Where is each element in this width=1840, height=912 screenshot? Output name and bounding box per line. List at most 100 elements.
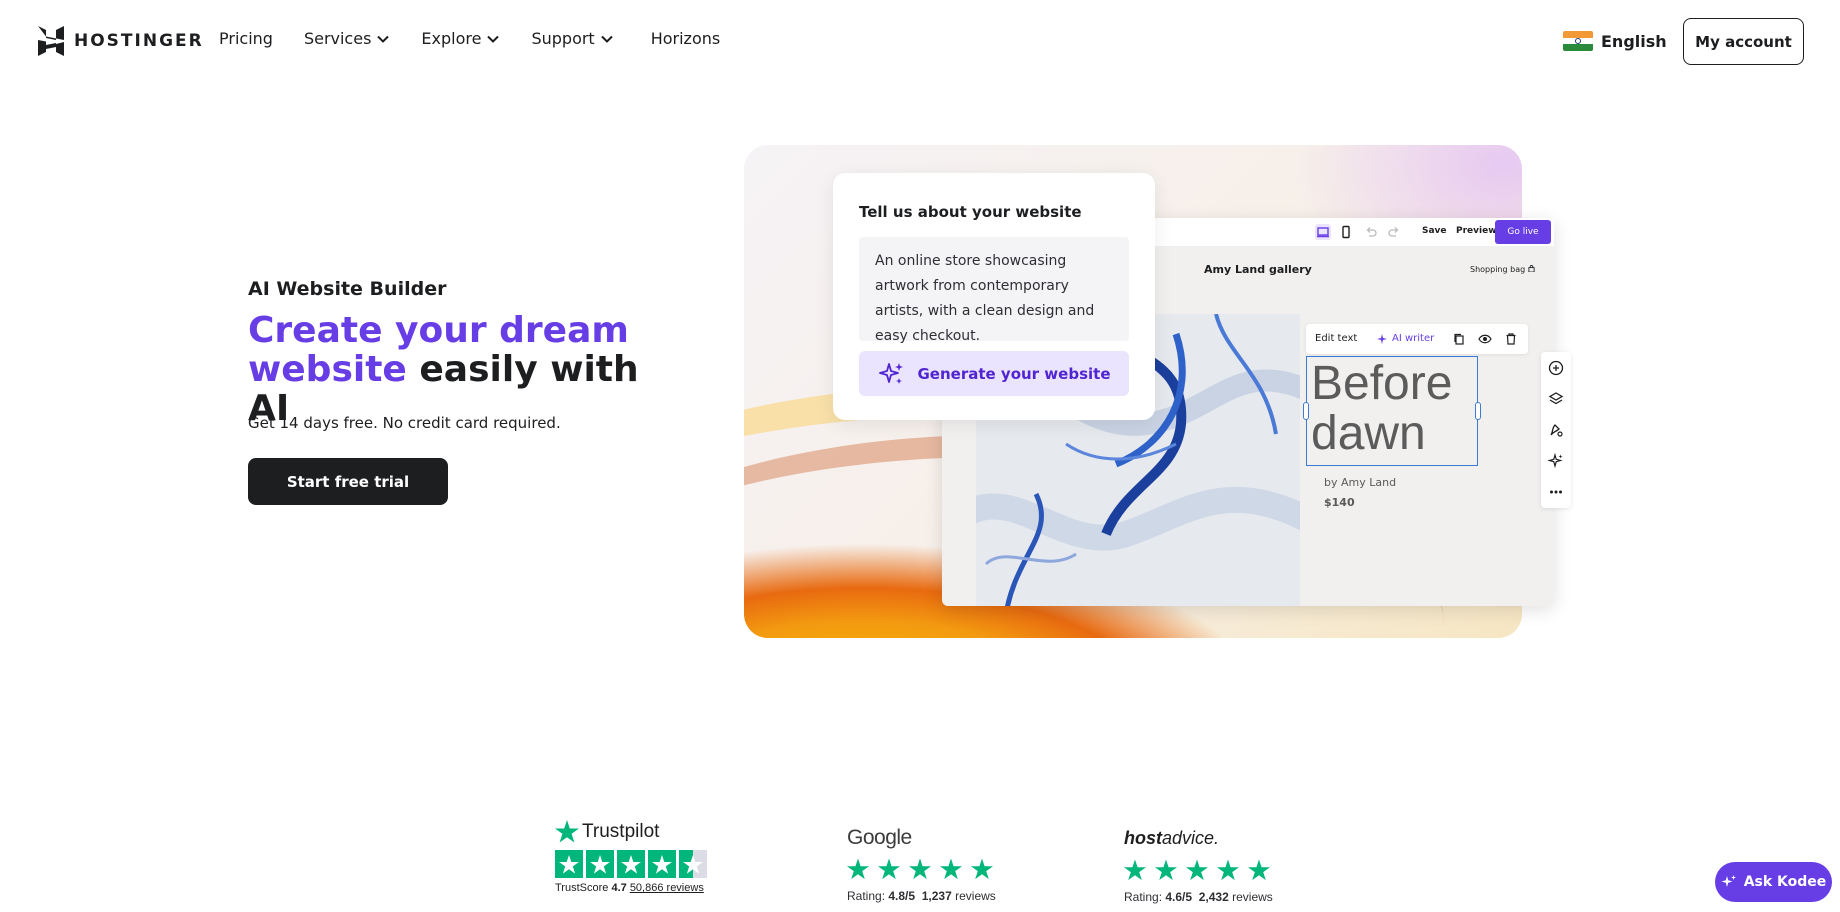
hostinger-logo[interactable]: HOSTINGER xyxy=(38,26,204,56)
trash-icon xyxy=(1506,333,1516,345)
prompt-card: Tell us about your website An online sto… xyxy=(833,173,1155,420)
shopping-bag-label: Shopping bag xyxy=(1470,265,1526,274)
resize-handle-left xyxy=(1303,402,1309,420)
add-icon xyxy=(1548,360,1564,376)
nav-services[interactable]: Services xyxy=(303,29,390,48)
sparkle-icon xyxy=(1377,334,1387,344)
heading-text: Before dawn xyxy=(1311,359,1452,459)
editor-side-tools xyxy=(1541,352,1571,508)
trustpilot-logo: Trustpilot xyxy=(555,820,707,843)
prompt-description: An online store showcasing artwork from … xyxy=(859,237,1129,344)
ask-kodee-label: Ask Kodee xyxy=(1743,874,1827,890)
star-icon xyxy=(555,850,583,878)
language-label: English xyxy=(1601,31,1667,51)
ask-kodee-button[interactable]: Ask Kodee xyxy=(1715,862,1832,902)
main-nav: Pricing Services Explore Support Horizon… xyxy=(219,29,720,48)
nav-horizons[interactable]: Horizons xyxy=(651,29,721,48)
hostadvice-review-count: 2,432 xyxy=(1198,890,1229,904)
hostadvice-stars xyxy=(1124,859,1273,881)
mobile-view-icon xyxy=(1338,224,1354,240)
google-rating-text: Rating: 4.8/5 1,237 reviews xyxy=(847,889,996,903)
undo-icon xyxy=(1363,224,1379,240)
google-rating-value: 4.8/5 xyxy=(888,889,916,903)
trustpilot-rating[interactable]: Trustpilot TrustScore 4.7 50,866 reviews xyxy=(555,820,707,894)
copy-icon xyxy=(1454,333,1464,345)
half-star-icon xyxy=(679,850,707,878)
heading-line-2: dawn xyxy=(1311,407,1426,460)
prompt-card-title: Tell us about your website xyxy=(859,203,1082,221)
nav-pricing-label: Pricing xyxy=(219,29,273,48)
desktop-view-icon xyxy=(1315,224,1331,240)
editor-save: Save xyxy=(1422,226,1447,236)
layers-icon xyxy=(1548,392,1564,405)
trustpilot-reviews-link[interactable]: 50,866 reviews xyxy=(630,882,704,894)
hostadvice-brand-a: host xyxy=(1124,828,1162,848)
artwork-price: $140 xyxy=(1324,496,1355,509)
hostadvice-rating[interactable]: hostadvice. Rating: 4.6/5 2,432 reviews xyxy=(1124,828,1273,904)
star-icon xyxy=(971,858,993,880)
star-icon xyxy=(1124,859,1146,881)
nav-support-label: Support xyxy=(531,29,595,48)
star-icon xyxy=(1155,859,1177,881)
nav-support[interactable]: Support xyxy=(531,29,613,48)
nav-pricing[interactable]: Pricing xyxy=(219,29,273,48)
start-free-trial-button[interactable]: Start free trial xyxy=(248,458,448,505)
text-edit-toolbar: Edit text AI writer xyxy=(1306,324,1528,354)
generate-website-button: Generate your website xyxy=(859,351,1129,396)
star-icon xyxy=(1186,859,1208,881)
resize-handle-right xyxy=(1475,402,1481,420)
gallery-site-title: Amy Land gallery xyxy=(1204,263,1312,276)
google-logo: Google xyxy=(847,826,912,849)
kodee-sparkle-icon xyxy=(1721,875,1736,887)
trustscore-text: TrustScore 4.7 50,866 reviews xyxy=(555,882,707,894)
trustscore-value: 4.7 xyxy=(611,882,627,894)
google-stars xyxy=(847,858,996,880)
india-flag-icon xyxy=(1563,31,1593,51)
ai-writer-label: AI writer xyxy=(1392,333,1435,344)
hostadvice-rating-text: Rating: 4.6/5 2,432 reviews xyxy=(1124,890,1273,904)
chevron-down-icon xyxy=(377,35,390,43)
my-account-button[interactable]: My account xyxy=(1683,18,1804,65)
star-icon xyxy=(648,850,676,878)
brand-name: HOSTINGER xyxy=(74,31,204,51)
styles-icon xyxy=(1550,424,1563,437)
chevron-down-icon xyxy=(487,35,500,43)
artwork-byline: by Amy Land xyxy=(1324,476,1397,489)
nav-services-label: Services xyxy=(303,29,372,48)
trustpilot-brand: Trustpilot xyxy=(582,820,660,842)
language-selector[interactable]: English xyxy=(1563,31,1667,51)
site-header: HOSTINGER Pricing Services Explore Suppo… xyxy=(0,0,1840,82)
hostinger-logo-icon xyxy=(38,26,64,56)
nav-explore[interactable]: Explore xyxy=(421,29,500,48)
selected-heading: Before dawn xyxy=(1303,356,1481,466)
google-review-count: 1,237 xyxy=(921,889,952,903)
star-icon xyxy=(878,858,900,880)
sparkle-icon xyxy=(878,362,903,384)
trustpilot-review-count: 50,866 xyxy=(629,882,664,894)
star-icon xyxy=(586,850,614,878)
eye-icon xyxy=(1478,334,1492,344)
trustscore-label: TrustScore xyxy=(555,882,609,894)
hostadvice-brand-b: advice. xyxy=(1162,828,1220,848)
generate-website-label: Generate your website xyxy=(917,364,1111,383)
star-icon xyxy=(940,858,962,880)
more-icon xyxy=(1550,490,1562,494)
star-icon xyxy=(617,850,645,878)
shopping-bag-link: Shopping bag xyxy=(1470,265,1535,274)
trustpilot-reviews-label: reviews xyxy=(666,882,704,894)
trustpilot-stars xyxy=(555,850,707,878)
hostadvice-reviews-label: reviews xyxy=(1232,890,1273,904)
nav-horizons-label: Horizons xyxy=(650,29,721,48)
trustpilot-star-icon xyxy=(555,820,579,843)
heading-line-1: Before xyxy=(1311,357,1453,410)
google-reviews-label: reviews xyxy=(955,889,996,903)
hero-subtitle: Get 14 days free. No credit card require… xyxy=(248,414,561,432)
hero-title: Create your dream website easily with AI xyxy=(248,311,668,428)
hostadvice-logo: hostadvice. xyxy=(1124,828,1273,849)
hero-kicker: AI Website Builder xyxy=(248,278,447,300)
star-icon xyxy=(1248,859,1270,881)
google-rating[interactable]: Google Rating: 4.8/5 1,237 reviews xyxy=(847,826,996,903)
star-icon xyxy=(847,858,869,880)
star-icon xyxy=(909,858,931,880)
shopping-bag-icon xyxy=(1528,265,1535,273)
